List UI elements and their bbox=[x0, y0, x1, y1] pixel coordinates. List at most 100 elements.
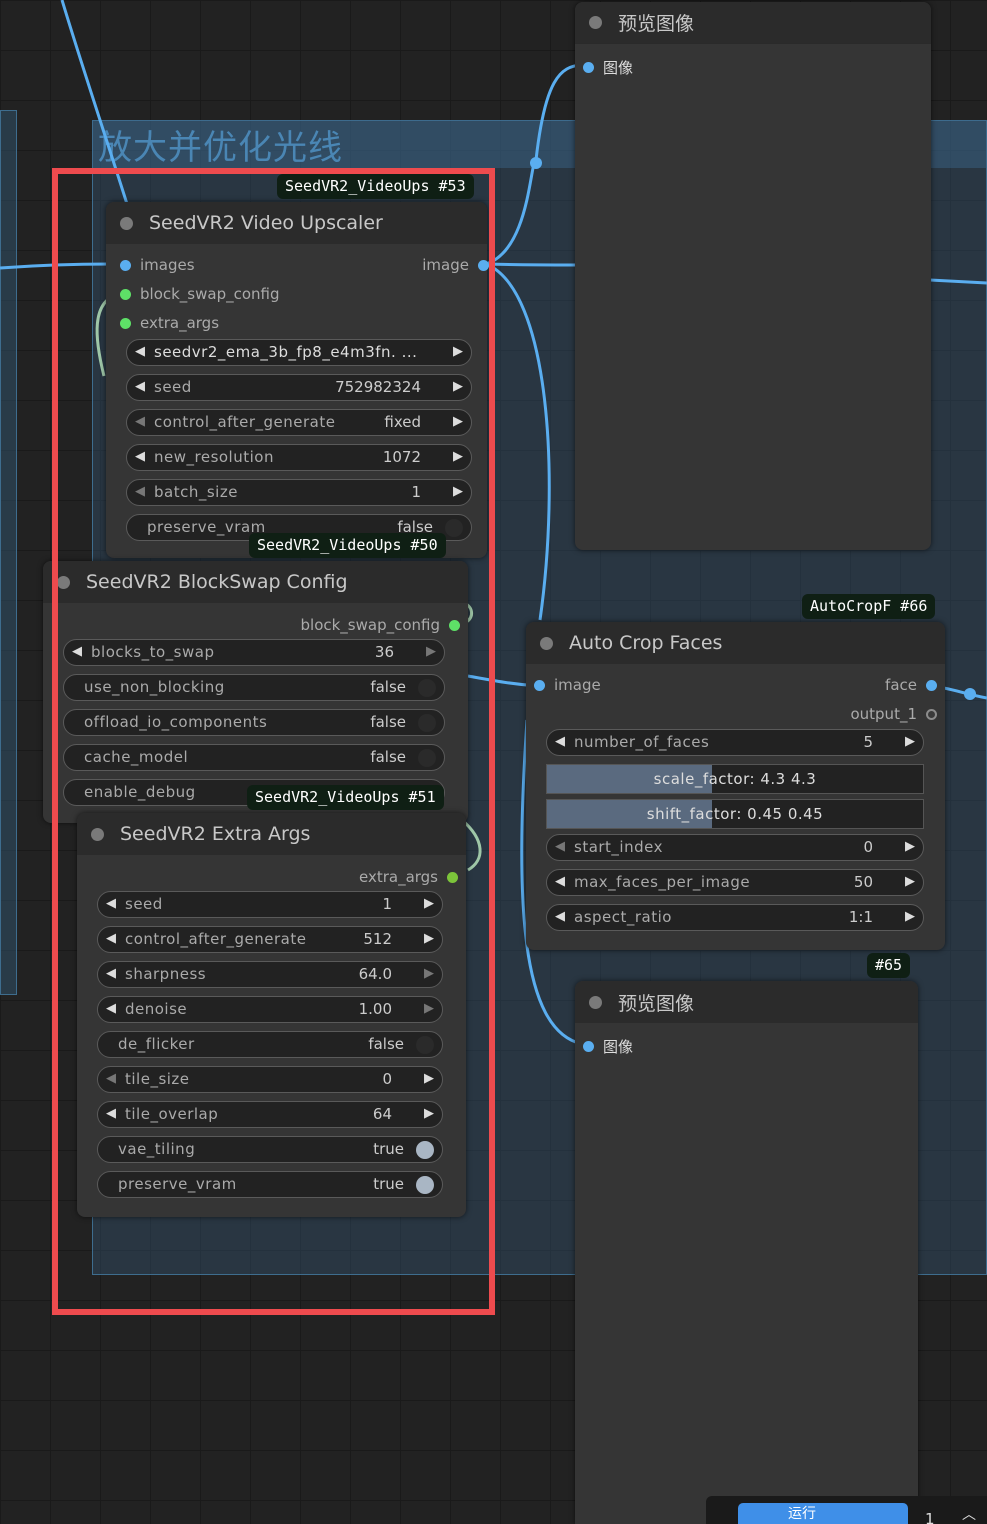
preview-image-node-top[interactable]: 预览图像 图像 bbox=[575, 2, 931, 550]
use-non-blocking-label: use_non_blocking bbox=[84, 678, 225, 696]
denoise-number[interactable]: ◀ denoise 1.00 ▶ bbox=[97, 996, 443, 1023]
cache-model-toggle[interactable]: cache_model false bbox=[63, 744, 445, 771]
tile-overlap-number[interactable]: ◀ tile_overlap 64 ▶ bbox=[97, 1101, 443, 1128]
extra-args-input-slot-icon[interactable] bbox=[120, 317, 131, 329]
run-button[interactable]: 运行 bbox=[738, 1503, 908, 1524]
block-swap-config-input-slot-icon[interactable] bbox=[120, 288, 131, 300]
face-output-slot-icon[interactable] bbox=[926, 679, 937, 691]
toggle-knob-icon[interactable] bbox=[416, 1176, 434, 1194]
block-swap-config-output-slot-icon[interactable] bbox=[449, 619, 460, 631]
seedvr2-extra-args-node[interactable]: SeedVR2 Extra Args extra_args ◀ seed 1 ▶… bbox=[77, 813, 466, 1217]
toggle-knob-icon[interactable] bbox=[445, 519, 463, 537]
collapse-dot-icon[interactable] bbox=[589, 16, 602, 29]
arrow-left-icon[interactable]: ◀ bbox=[555, 874, 565, 889]
control-after-generate-number[interactable]: ◀ control_after_generate 512 ▶ bbox=[97, 926, 443, 953]
arrow-right-icon[interactable]: ▶ bbox=[453, 449, 463, 464]
images-input-label: images bbox=[140, 256, 195, 274]
images-input-slot-icon[interactable] bbox=[120, 259, 131, 271]
toggle-knob-icon[interactable] bbox=[418, 749, 436, 767]
arrow-left-icon[interactable]: ◀ bbox=[135, 379, 145, 394]
collapse-dot-icon[interactable] bbox=[120, 216, 133, 230]
max-faces-per-image-number[interactable]: ◀ max_faces_per_image 50 ▶ bbox=[546, 869, 924, 896]
preserve-vram-label: preserve_vram bbox=[118, 1175, 237, 1193]
collapse-dot-icon[interactable] bbox=[589, 995, 602, 1009]
use-non-blocking-toggle[interactable]: use_non_blocking false bbox=[63, 674, 445, 701]
start-index-number[interactable]: ◀ start_index 0 ▶ bbox=[546, 834, 924, 861]
arrow-left-icon[interactable]: ◀ bbox=[135, 449, 145, 464]
aspect-ratio-combo[interactable]: ◀ aspect_ratio 1:1 ▶ bbox=[546, 904, 924, 931]
node-title: Auto Crop Faces bbox=[569, 632, 723, 654]
collapse-dot-icon[interactable] bbox=[91, 827, 104, 841]
seed-value: 1 bbox=[382, 895, 392, 913]
offload-io-components-toggle[interactable]: offload_io_components false bbox=[63, 709, 445, 736]
seed-number[interactable]: ◀ seed 1 ▶ bbox=[97, 891, 443, 918]
arrow-right-icon[interactable]: ▶ bbox=[905, 839, 915, 854]
arrow-left-icon[interactable]: ◀ bbox=[135, 484, 145, 499]
image-output-slot-icon[interactable] bbox=[478, 259, 489, 271]
seedvr2-blockswap-config-node[interactable]: SeedVR2 BlockSwap Config block_swap_conf… bbox=[43, 561, 468, 823]
tile-size-number[interactable]: ◀ tile_size 0 ▶ bbox=[97, 1066, 443, 1093]
arrow-right-icon[interactable]: ▶ bbox=[426, 644, 436, 659]
offload-io-components-value: false bbox=[370, 713, 406, 731]
arrow-right-icon[interactable]: ▶ bbox=[905, 734, 915, 749]
output-1-label: output_1 bbox=[850, 705, 917, 723]
control-after-generate-value: 512 bbox=[363, 930, 392, 948]
arrow-left-icon[interactable]: ◀ bbox=[106, 931, 116, 946]
shift-factor-text: shift_factor: 0.45 0.45 bbox=[646, 805, 824, 823]
chevron-up-icon[interactable]: ︿ bbox=[962, 1504, 976, 1524]
arrow-right-icon[interactable]: ▶ bbox=[905, 909, 915, 924]
arrow-right-icon[interactable]: ▶ bbox=[453, 344, 463, 359]
output-1-slot-icon[interactable] bbox=[926, 708, 937, 720]
seedvr2-video-upscaler-node[interactable]: SeedVR2 Video Upscaler images image bloc… bbox=[106, 202, 489, 558]
arrow-left-icon[interactable]: ◀ bbox=[135, 344, 145, 359]
batch-size-number[interactable]: ◀ batch_size 1 ▶ bbox=[126, 479, 472, 506]
arrow-left-icon[interactable]: ◀ bbox=[106, 1071, 116, 1086]
blocks-to-swap-number[interactable]: ◀ blocks_to_swap 36 ▶ bbox=[63, 639, 445, 666]
seed-number[interactable]: ◀ seed 752982324 ▶ bbox=[126, 374, 472, 401]
model-combo[interactable]: ◀ seedvr2_ema_3b_fp8_e4m3fn. ... ▶ bbox=[126, 339, 472, 366]
vae-tiling-toggle[interactable]: vae_tiling true bbox=[97, 1136, 443, 1163]
auto-crop-faces-node[interactable]: Auto Crop Faces image face output_1 ◀ nu… bbox=[526, 622, 945, 950]
denoise-label: denoise bbox=[125, 1000, 188, 1018]
arrow-left-icon[interactable]: ◀ bbox=[555, 734, 565, 749]
number-of-faces-number[interactable]: ◀ number_of_faces 5 ▶ bbox=[546, 729, 924, 756]
arrow-right-icon[interactable]: ▶ bbox=[424, 931, 434, 946]
arrow-left-icon[interactable]: ◀ bbox=[555, 839, 565, 854]
arrow-right-icon[interactable]: ▶ bbox=[453, 484, 463, 499]
control-after-generate-combo[interactable]: ◀ control_after_generate fixed ▶ bbox=[126, 409, 472, 436]
arrow-right-icon[interactable]: ▶ bbox=[424, 896, 434, 911]
arrow-left-icon[interactable]: ◀ bbox=[135, 414, 145, 429]
shift-factor-slider[interactable]: shift_factor: 0.45 0.45 bbox=[546, 799, 924, 829]
image-input-slot-icon[interactable] bbox=[534, 679, 545, 691]
de-flicker-toggle[interactable]: de_flicker false bbox=[97, 1031, 443, 1058]
arrow-left-icon[interactable]: ◀ bbox=[106, 896, 116, 911]
image-input-slot-icon[interactable] bbox=[583, 1041, 594, 1052]
toggle-knob-icon[interactable] bbox=[416, 1141, 434, 1159]
preview-image-node-bottom[interactable]: 预览图像 图像 bbox=[575, 981, 918, 1524]
collapse-dot-icon[interactable] bbox=[540, 636, 553, 650]
toggle-knob-icon[interactable] bbox=[416, 1036, 434, 1054]
arrow-right-icon[interactable]: ▶ bbox=[905, 874, 915, 889]
image-input-slot-icon[interactable] bbox=[583, 62, 594, 73]
tile-overlap-value: 64 bbox=[372, 1105, 392, 1123]
batch-count-value[interactable]: 1 bbox=[925, 1510, 935, 1524]
arrow-left-icon[interactable]: ◀ bbox=[72, 644, 82, 659]
arrow-right-icon[interactable]: ▶ bbox=[453, 379, 463, 394]
arrow-left-icon[interactable]: ◀ bbox=[106, 966, 116, 981]
arrow-right-icon[interactable]: ▶ bbox=[424, 966, 434, 981]
arrow-left-icon[interactable]: ◀ bbox=[555, 909, 565, 924]
new-resolution-number[interactable]: ◀ new_resolution 1072 ▶ bbox=[126, 444, 472, 471]
arrow-left-icon[interactable]: ◀ bbox=[106, 1001, 116, 1016]
arrow-right-icon[interactable]: ▶ bbox=[424, 1106, 434, 1121]
toggle-knob-icon[interactable] bbox=[418, 679, 436, 697]
arrow-right-icon[interactable]: ▶ bbox=[424, 1001, 434, 1016]
arrow-left-icon[interactable]: ◀ bbox=[106, 1106, 116, 1121]
preserve-vram-toggle[interactable]: preserve_vram true bbox=[97, 1171, 443, 1198]
scale-factor-slider[interactable]: scale_factor: 4.3 4.3 bbox=[546, 764, 924, 794]
arrow-right-icon[interactable]: ▶ bbox=[453, 414, 463, 429]
collapse-dot-icon[interactable] bbox=[57, 575, 70, 589]
toggle-knob-icon[interactable] bbox=[418, 714, 436, 732]
extra-args-output-slot-icon[interactable] bbox=[447, 871, 458, 883]
arrow-right-icon[interactable]: ▶ bbox=[424, 1071, 434, 1086]
sharpness-number[interactable]: ◀ sharpness 64.0 ▶ bbox=[97, 961, 443, 988]
